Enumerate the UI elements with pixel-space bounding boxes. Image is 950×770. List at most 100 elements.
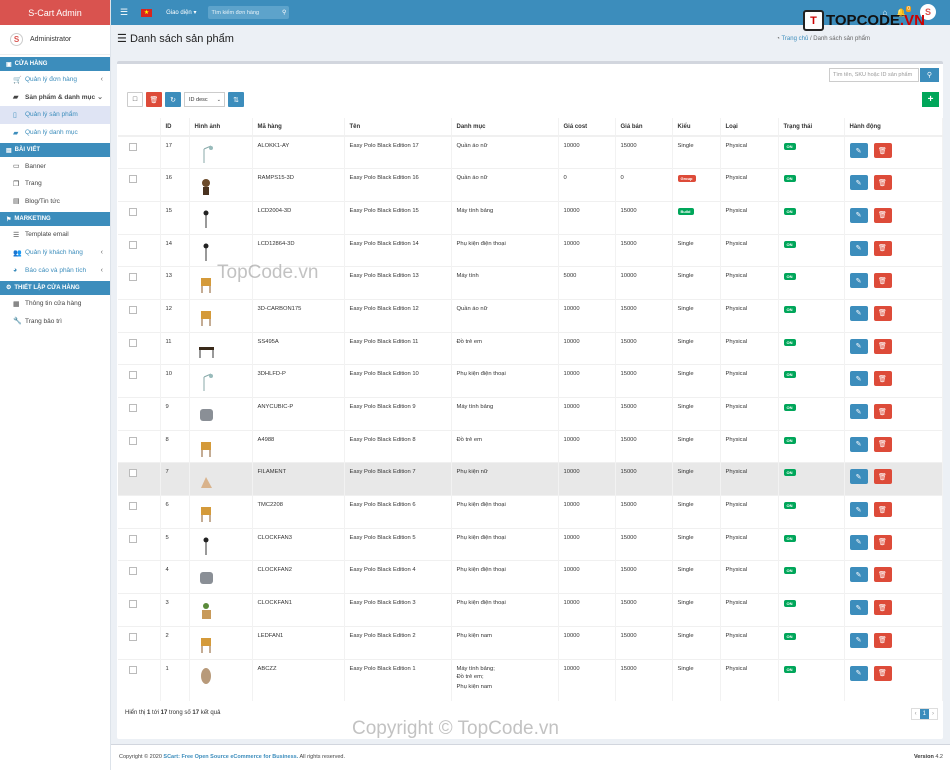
delete-button[interactable]: 🗑 <box>873 338 892 354</box>
header-sku[interactable]: Mã hàng <box>252 118 345 137</box>
product-category-cell: Quần áo nữ <box>451 168 559 202</box>
edit-button[interactable]: ✎ <box>849 175 868 191</box>
edit-button[interactable]: ✎ <box>849 600 868 616</box>
edit-button[interactable]: ✎ <box>849 143 868 158</box>
breadcrumb-separator: / <box>809 36 812 42</box>
sort-apply-button[interactable]: ⇅ <box>228 92 244 107</box>
sidebar-item-email-template[interactable]: ☰ Template email <box>0 226 110 244</box>
edit-button[interactable]: ✎ <box>849 207 868 223</box>
row-checkbox[interactable] <box>129 371 137 380</box>
delete-button[interactable]: 🗑 <box>873 502 892 518</box>
sidebar-item-products-categories[interactable]: ▰ Sản phẩm & danh mục ⌄ <box>0 89 110 107</box>
delete-button[interactable]: 🗑 <box>873 600 892 616</box>
row-checkbox[interactable] <box>129 404 137 412</box>
delete-button[interactable]: 🗑 <box>873 534 892 550</box>
delete-button[interactable]: 🗑 <box>873 305 892 321</box>
row-checkbox[interactable] <box>129 305 137 314</box>
sidebar-item-products[interactable]: ▯ Quản lý sản phẩm <box>0 106 110 124</box>
edit-button[interactable]: ✎ <box>849 338 868 354</box>
order-search-input[interactable]: Tìm kiếm đơn hàng ⚲ <box>208 6 290 19</box>
row-checkbox[interactable] <box>129 632 137 641</box>
product-actions-cell: ✎ 🗑 <box>844 625 943 659</box>
edit-button[interactable]: ✎ <box>849 436 868 452</box>
breadcrumb-home[interactable]: Trang chủ <box>781 36 808 42</box>
delete-button[interactable]: 🗑 <box>873 371 892 387</box>
product-id: 12 <box>160 298 190 333</box>
delete-button[interactable]: 🗑 <box>873 207 892 223</box>
product-kind-badge: Group <box>677 175 696 183</box>
edit-button[interactable]: ✎ <box>849 567 868 583</box>
select-all-button[interactable]: □ <box>127 92 143 107</box>
sidebar-item-banner[interactable]: ▭ Banner <box>0 157 110 175</box>
row-checkbox[interactable] <box>129 600 137 609</box>
product-price: 15000 <box>615 331 673 365</box>
refresh-button[interactable]: ↻ <box>165 92 181 107</box>
delete-button[interactable]: 🗑 <box>873 143 892 158</box>
table-row: 17 ALOKK1-AY Easy Polo Black Edition 17 Quầ… <box>118 135 943 169</box>
row-checkbox[interactable] <box>129 240 137 249</box>
add-product-button[interactable]: + <box>922 92 939 107</box>
delete-button[interactable]: 🗑 <box>873 273 892 289</box>
edit-button[interactable]: ✎ <box>849 240 868 256</box>
edit-button[interactable]: ✎ <box>849 632 868 648</box>
sidebar-item-reports[interactable]: ◕ Báo cáo và phân tích ‹ <box>0 261 110 279</box>
delete-button[interactable]: 🗑 <box>873 665 892 681</box>
delete-button[interactable]: 🗑 <box>873 175 892 191</box>
row-checkbox[interactable] <box>129 436 137 445</box>
hamburger-icon[interactable]: ☰ <box>120 7 128 18</box>
row-checkbox[interactable] <box>129 567 137 576</box>
delete-button[interactable]: 🗑 <box>873 404 892 419</box>
pagination-next[interactable]: › <box>929 709 937 719</box>
bulk-delete-button[interactable]: 🗑 <box>146 92 162 107</box>
row-checkbox[interactable] <box>129 273 137 282</box>
header-name[interactable]: Tên <box>344 118 452 137</box>
edit-button[interactable]: ✎ <box>849 404 868 419</box>
search-button[interactable]: ⚲ <box>920 68 939 82</box>
trash-icon: 🗑 <box>878 375 887 383</box>
sidebar-item-blog[interactable]: ▤ Blog/Tin tức <box>0 193 110 211</box>
row-checkbox[interactable] <box>129 469 137 478</box>
header-id[interactable]: ID <box>160 118 190 137</box>
header-cost[interactable]: Giá cost <box>558 118 616 137</box>
product-kind-badge: Build <box>677 207 694 215</box>
product-thumbnail <box>198 666 215 687</box>
row-checkbox[interactable] <box>129 143 137 151</box>
delete-button[interactable]: 🗑 <box>873 436 892 452</box>
row-checkbox[interactable] <box>129 207 137 216</box>
product-search-input[interactable]: Tìm tên, SKU hoặc ID sản phẩm <box>829 68 919 82</box>
search-icon[interactable]: ⚲ <box>282 9 286 16</box>
theme-dropdown[interactable]: Giao diện ▾ <box>166 9 196 16</box>
sidebar-item-orders[interactable]: 🛒 Quản lý đơn hàng ‹ <box>0 71 110 89</box>
row-checkbox[interactable] <box>129 502 137 511</box>
sidebar-item-categories[interactable]: ▰ Quản lý danh mục <box>0 124 110 142</box>
delete-button[interactable]: 🗑 <box>873 632 892 648</box>
edit-button[interactable]: ✎ <box>849 305 868 321</box>
sidebar-item-maintenance[interactable]: 🔧 Trang bảo trì <box>0 313 110 331</box>
delete-button[interactable]: 🗑 <box>873 240 892 256</box>
delete-button[interactable]: 🗑 <box>873 567 892 583</box>
sidebar-item-store-info[interactable]: ▦ Thông tin cửa hàng <box>0 295 110 313</box>
row-checkbox[interactable] <box>129 175 137 184</box>
pagination-prev[interactable]: ‹ <box>912 709 920 719</box>
sidebar-item-customers[interactable]: 👥 Quản lý khách hàng ‹ <box>0 244 110 262</box>
edit-button[interactable]: ✎ <box>849 273 868 289</box>
edit-button[interactable]: ✎ <box>849 534 868 550</box>
vietnam-flag-icon[interactable]: ★ <box>141 8 153 17</box>
copyright-link[interactable]: SCart: Free Open Source eCommerce for Bu… <box>163 754 298 760</box>
delete-button[interactable]: 🗑 <box>873 469 892 485</box>
edit-button[interactable]: ✎ <box>849 665 868 681</box>
header-price[interactable]: Giá bán <box>615 118 673 137</box>
pagination-page-1[interactable]: 1 <box>919 709 929 719</box>
row-checkbox[interactable] <box>129 338 137 347</box>
row-checkbox[interactable] <box>129 665 137 674</box>
edit-button[interactable]: ✎ <box>849 469 868 485</box>
sidebar-item-page[interactable]: ❐ Trang <box>0 175 110 193</box>
edit-button[interactable]: ✎ <box>849 502 868 518</box>
edit-button[interactable]: ✎ <box>849 371 868 387</box>
product-sku: RAMPS15-3D <box>252 168 345 202</box>
product-id: 9 <box>160 397 190 431</box>
brand-logo[interactable]: S-Cart Admin <box>0 0 110 25</box>
row-checkbox[interactable] <box>129 534 137 543</box>
table-row: 11 SS495A Easy Polo Black Edition 11 Đồ trẻ… <box>118 331 943 365</box>
sort-select[interactable]: ID desc ⌄ <box>184 92 225 107</box>
